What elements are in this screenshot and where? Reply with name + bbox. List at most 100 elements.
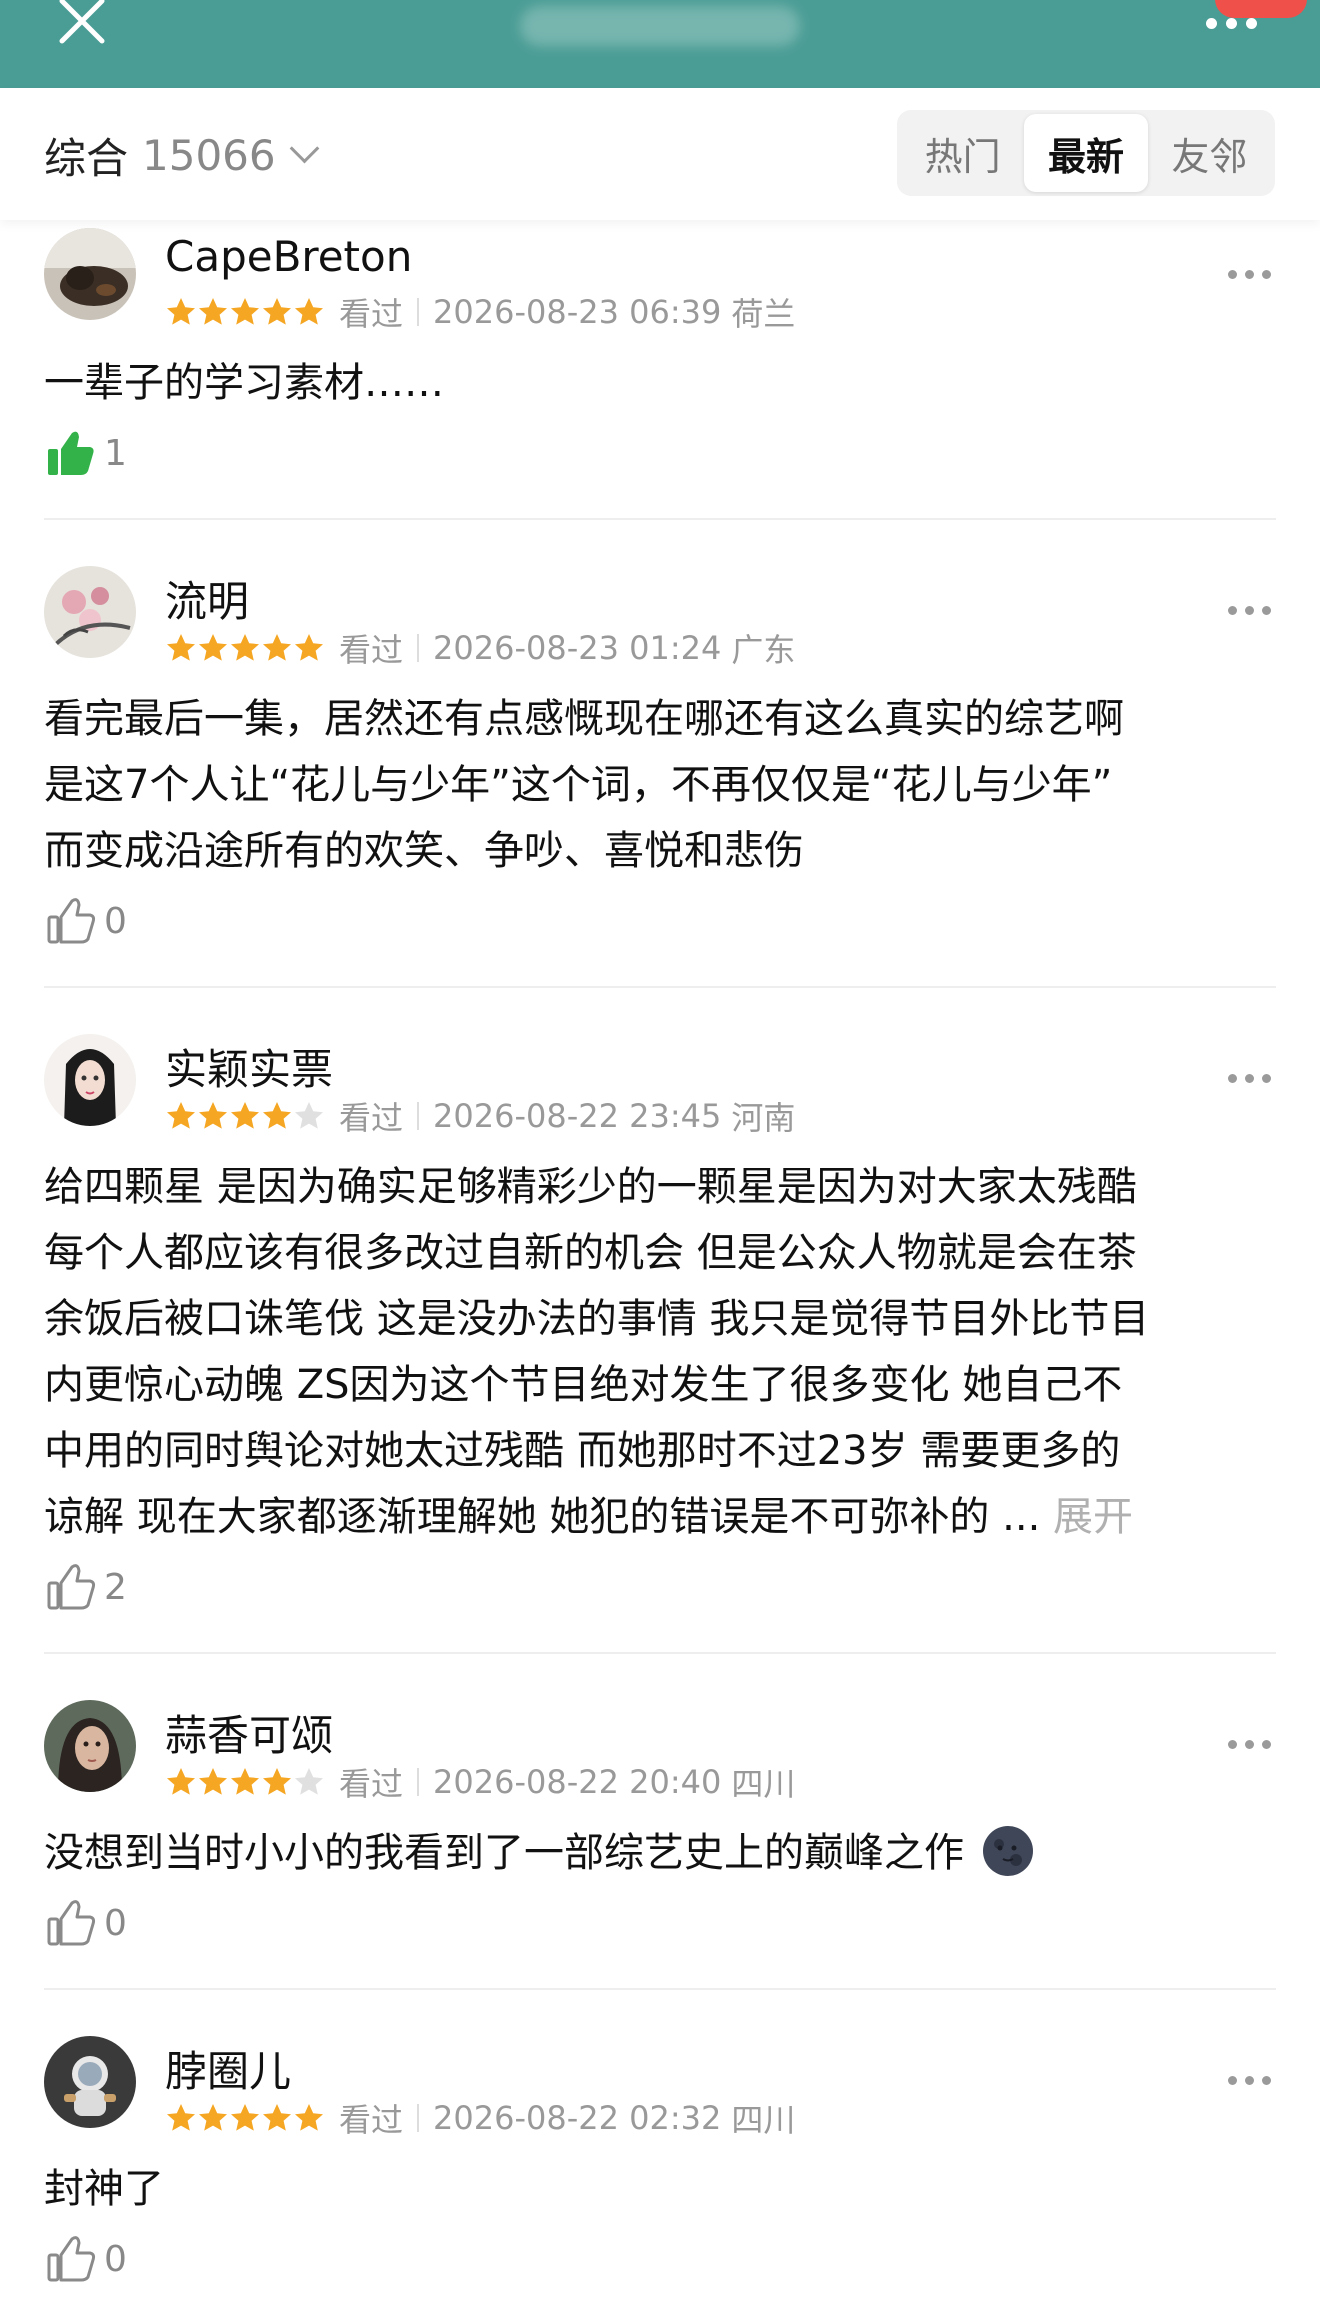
star-empty-icon [295,1102,323,1129]
thumbs-up-icon [47,2236,96,2282]
review-datetime: 2026-08-22 02:32 [433,2099,722,2137]
star-filled-icon [263,1102,291,1129]
review-location: 四川 [731,1765,796,1803]
review-meta: 看过 2026-08-22 02:32 四川 [165,2099,795,2139]
thumbs-up-icon [47,1900,96,1946]
star-filled-icon [231,1102,259,1129]
more-horizontal-icon [1228,1073,1237,1083]
review-content: 封神了 [44,2166,164,2212]
review-more-button[interactable] [1228,598,1278,622]
username[interactable]: 蒜香可颂 [165,1702,333,1763]
content-line: 看完最后一集，居然还有点感慨现在哪还有这么真实的综艺啊 [44,696,1124,742]
star-filled-icon [199,298,227,325]
divider [417,298,420,326]
content-line: 余饭后被口诛笔伐 这是没办法的事情 我只是觉得节目外比节目 [44,1296,1150,1342]
watch-status: 看过 [339,2101,404,2139]
rating-stars [165,296,325,328]
star-filled-icon [295,298,323,325]
avatar[interactable] [44,566,136,658]
review-content: 一辈子的学习素材…… [44,360,444,406]
expand-link[interactable]: 展开 [1053,1494,1133,1540]
more-horizontal-icon [1205,17,1217,29]
star-filled-icon [295,634,323,661]
like-count: 0 [104,900,127,942]
username[interactable]: 流明 [165,568,249,629]
divider [417,2104,420,2132]
avatar[interactable] [44,1700,136,1792]
review-datetime: 2026-08-22 20:40 [433,1763,722,1801]
review-datetime: 2026-08-22 23:45 [433,1097,722,1135]
star-filled-icon [263,634,291,661]
star-filled-icon [199,2104,227,2131]
review-divider [44,1652,1276,1654]
more-options-button[interactable] [1196,8,1266,38]
review-more-button[interactable] [1228,1066,1278,1090]
content-line: 内更惊心动魄 ZS因为这个节目绝对发生了很多变化 她自己不 [44,1362,1123,1408]
review-meta: 看过 2026-08-23 01:24 广东 [165,629,795,669]
review-more-button[interactable] [1228,262,1278,286]
star-filled-icon [167,634,195,661]
username[interactable]: 实颖实票 [165,1036,333,1097]
more-horizontal-icon [1228,269,1237,279]
new-moon-face-emoji [982,1826,1033,1876]
review-location: 荷兰 [731,295,796,333]
avatar[interactable] [44,1034,136,1126]
star-empty-icon [295,1768,323,1795]
review-more-button[interactable] [1228,1732,1278,1756]
filter-bar: 综合 15066 热门 最新 友邻 [0,88,1320,220]
more-horizontal-icon [1228,2075,1237,2085]
sort-label: 综合 [44,133,129,183]
star-filled-icon [167,1768,195,1795]
close-button[interactable] [52,0,112,50]
avatar[interactable] [44,2036,136,2128]
thumbs-up-filled-icon [48,431,94,475]
star-filled-icon [263,298,291,325]
chevron-down-icon [289,133,319,163]
review-divider [44,1988,1276,1990]
review-location: 广东 [731,631,796,669]
review-location: 河南 [731,1099,796,1137]
tab-latest[interactable]: 最新 [1024,114,1148,192]
content-line: 是这7个人让“花儿与少年”这个词，不再仅仅是“花儿与少年” [44,762,1113,808]
like-button[interactable]: 2 [46,1560,127,1614]
content-line: 而变成沿途所有的欢笑、争吵、喜悦和悲伤 [44,828,804,874]
sort-tabs: 热门 最新 友邻 [897,110,1275,196]
divider [417,634,420,662]
star-filled-icon [263,2104,291,2131]
like-count: 1 [104,432,127,474]
like-button[interactable]: 0 [46,894,127,948]
review-content: 没想到当时小小的我看到了一部综艺史上的巅峰之作 [44,1820,1284,1886]
review-meta: 看过 2026-08-22 20:40 四川 [165,1763,795,1803]
more-horizontal-icon [1228,1739,1237,1749]
username[interactable]: 脖圈儿 [165,2038,291,2099]
star-filled-icon [199,1102,227,1129]
content-line: 中用的同时舆论对她太过残酷 而她那时不过23岁 需要更多的 [44,1428,1121,1474]
review-location: 四川 [731,2101,796,2139]
close-icon [59,0,105,44]
watch-status: 看过 [339,631,404,669]
review-count: 15066 [142,130,276,180]
star-filled-icon [199,634,227,661]
star-filled-icon [231,1768,259,1795]
content-line: 给四颗星 是因为确实足够精彩少的一颗星是因为对大家太残酷 [44,1164,1137,1210]
star-filled-icon [167,298,195,325]
like-button[interactable]: 0 [46,2232,127,2286]
tab-friends[interactable]: 友邻 [1148,114,1271,192]
tab-hot[interactable]: 热门 [901,114,1024,192]
like-count: 0 [104,2238,127,2280]
username[interactable]: CapeBreton [165,232,412,281]
review-meta: 看过 2026-08-23 06:39 荷兰 [165,293,795,333]
sort-dropdown[interactable]: 综合 15066 [44,130,319,183]
review-more-button[interactable] [1228,2068,1278,2092]
star-filled-icon [167,2104,195,2131]
divider [417,1768,420,1796]
review-datetime: 2026-08-23 06:39 [433,293,722,331]
like-button[interactable]: 1 [46,426,127,480]
watch-status: 看过 [339,295,404,333]
review-meta: 看过 2026-08-22 23:45 河南 [165,1097,795,1137]
avatar[interactable] [44,228,136,320]
content-line: 谅解 现在大家都逐渐理解她 她犯的错误是不可弥补的 ... 展开 [44,1494,1134,1540]
rating-stars [165,1766,325,1798]
review-content: 给四颗星 是因为确实足够精彩少的一颗星是因为对大家太残酷 每个人都应该有很多改过… [44,1154,1284,1550]
like-button[interactable]: 0 [46,1896,127,1950]
